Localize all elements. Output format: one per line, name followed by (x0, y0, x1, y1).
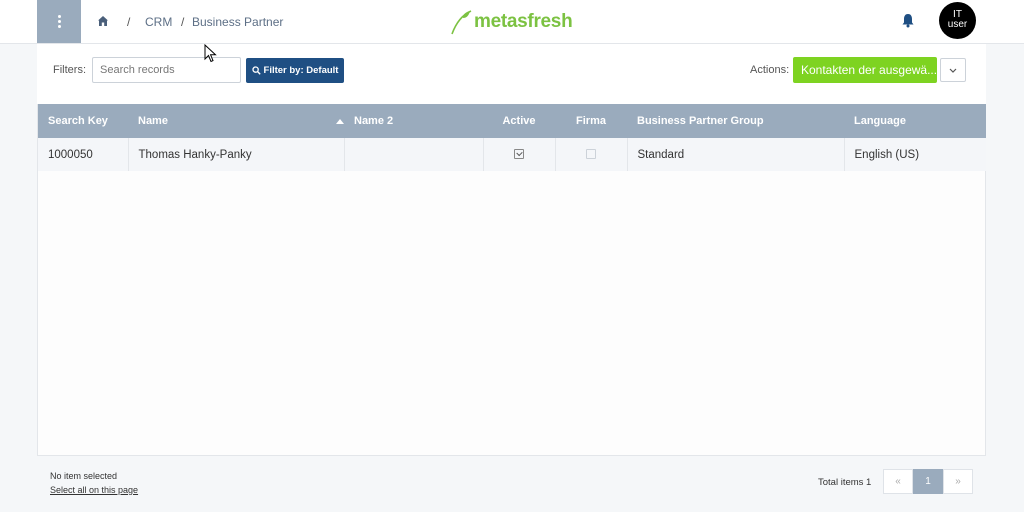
column-header-name[interactable]: Name (128, 104, 344, 138)
column-header-search-key[interactable]: Search Key (38, 104, 128, 138)
column-header-firma[interactable]: Firma (555, 104, 627, 138)
filter-bar: Filters: Filter by: Default Actions: Kon… (37, 44, 986, 104)
data-table: Search Key Name Name 2 Active Firma Busi… (38, 104, 986, 171)
column-header-language[interactable]: Language (844, 104, 986, 138)
cell-group[interactable]: Standard (627, 138, 845, 171)
column-header-name-label: Name (138, 115, 168, 127)
breadcrumb-separator: / (181, 15, 185, 29)
menu-icon (57, 15, 61, 28)
quick-action-button[interactable]: Kontakten der ausgewä... (793, 57, 937, 83)
sort-asc-icon (336, 119, 344, 124)
column-header-group[interactable]: Business Partner Group (627, 104, 844, 138)
cell-language[interactable]: English (US) (844, 138, 986, 171)
pagination: « 1 » (883, 469, 973, 494)
select-all-link[interactable]: Select all on this page (50, 485, 138, 495)
logo[interactable]: metasfresh (450, 9, 573, 35)
pager-next-button[interactable]: » (943, 469, 973, 494)
filter-button-label: Filter by: Default (263, 65, 339, 76)
cell-name[interactable]: Thomas Hanky-Panky (128, 138, 345, 171)
table-header-row: Search Key Name Name 2 Active Firma Busi… (38, 104, 986, 138)
mouse-cursor-icon (204, 44, 217, 63)
menu-button[interactable] (37, 0, 81, 43)
active-checkbox[interactable] (514, 149, 524, 160)
cell-firma[interactable] (555, 138, 628, 171)
avatar-line-2: user (947, 19, 968, 30)
actions-dropdown-button[interactable] (940, 58, 966, 82)
filters-label: Filters: (53, 64, 86, 76)
total-items: Total items 1 (818, 477, 872, 488)
cell-search-key[interactable]: 1000050 (38, 138, 129, 171)
breadcrumb-business-partner[interactable]: Business Partner (192, 15, 283, 29)
selection-info: No item selected (50, 471, 118, 481)
cell-name2[interactable] (344, 138, 484, 171)
filter-button[interactable]: Filter by: Default (246, 58, 344, 83)
app-header: / CRM / Business Partner metasfresh IT u… (0, 0, 1024, 44)
column-header-name2[interactable]: Name 2 (344, 104, 483, 138)
pager-prev-button[interactable]: « (883, 469, 913, 494)
firma-checkbox[interactable] (586, 149, 596, 160)
logo-text: metasfresh (474, 11, 573, 32)
user-avatar[interactable]: IT user (939, 2, 976, 39)
breadcrumb-crm[interactable]: CRM (145, 15, 172, 29)
data-table-container: Search Key Name Name 2 Active Firma Busi… (37, 104, 986, 456)
chevron-down-icon (949, 68, 957, 73)
pager-page-button[interactable]: 1 (913, 469, 943, 494)
breadcrumb-separator: / (127, 15, 131, 29)
actions-label: Actions: (750, 64, 790, 76)
cell-active[interactable] (483, 138, 556, 171)
home-icon[interactable] (97, 15, 109, 27)
table-row[interactable]: 1000050 Thomas Hanky-Panky Standard Engl… (38, 138, 986, 171)
bell-icon[interactable] (901, 13, 915, 28)
column-header-active[interactable]: Active (483, 104, 555, 138)
search-icon (251, 66, 261, 75)
search-input[interactable] (92, 57, 241, 83)
logo-leaf-icon (451, 10, 472, 35)
